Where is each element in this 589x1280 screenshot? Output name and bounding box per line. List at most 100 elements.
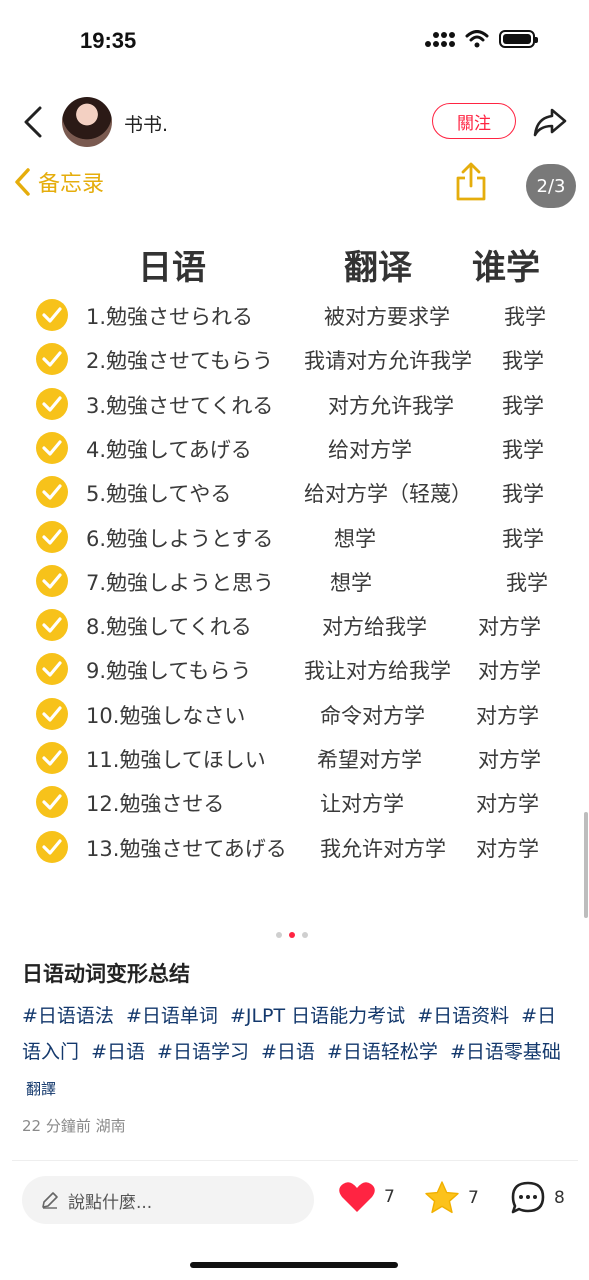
- chinese-translation: 命令对方学: [320, 704, 425, 728]
- learner: 我学: [502, 482, 544, 506]
- battery-icon: [499, 30, 538, 48]
- learner: 我学: [502, 527, 544, 551]
- verb-form-row: 11.勉強してほしい 希望对方学 对方学: [0, 738, 589, 778]
- learner: 我学: [502, 438, 544, 462]
- like-button[interactable]: 7: [338, 1180, 395, 1214]
- scrollbar[interactable]: [584, 812, 588, 918]
- back-icon[interactable]: [18, 104, 50, 140]
- verb-form-row: 2.勉強させてもらう 我请对方允许我学 我学: [0, 339, 589, 379]
- like-count: 7: [384, 1187, 395, 1207]
- check-icon: [36, 343, 68, 375]
- column-header-translation: 翻译: [344, 248, 412, 288]
- chinese-translation: 我允许对方学: [320, 837, 446, 861]
- check-icon: [36, 565, 68, 597]
- wifi-icon: [465, 30, 489, 48]
- verb-form-row: 9.勉強してもらう 我让对方给我学 对方学: [0, 649, 589, 689]
- japanese-form: 3.勉強させてくれる: [86, 394, 274, 418]
- translate-link[interactable]: 翻譯: [26, 1071, 56, 1107]
- status-icons: [425, 30, 538, 48]
- hashtag[interactable]: #日语语法: [22, 1005, 114, 1027]
- comment-input[interactable]: 說點什麼...: [22, 1176, 314, 1224]
- japanese-form: 7.勉強しようと思う: [86, 571, 275, 595]
- verb-form-row: 13.勉強させてあげる 我允许对方学 对方学: [0, 827, 589, 867]
- chinese-translation: 让对方学: [320, 792, 404, 816]
- japanese-form: 11.勉強してほしい: [86, 748, 266, 772]
- verb-form-row: 1.勉強させられる 被对方要求学 我学: [0, 295, 589, 335]
- chevron-left-icon: [15, 168, 30, 196]
- comment-button[interactable]: 8: [510, 1180, 565, 1216]
- column-header-japanese: 日语: [138, 248, 206, 288]
- chinese-translation: 我让对方给我学: [304, 659, 451, 683]
- share-icon[interactable]: [532, 104, 568, 140]
- check-icon: [36, 521, 68, 553]
- verb-form-row: 6.勉強しようとする 想学 我学: [0, 517, 589, 557]
- japanese-form: 6.勉強しようとする: [86, 527, 274, 551]
- check-icon: [36, 698, 68, 730]
- learner: 对方学: [478, 748, 541, 772]
- hashtag[interactable]: #JLPT 日语能力考试: [230, 1005, 405, 1027]
- star-button[interactable]: 7: [424, 1180, 479, 1216]
- memo-share-icon: [456, 162, 486, 201]
- hashtag[interactable]: #日语单词: [126, 1005, 218, 1027]
- check-icon: [36, 476, 68, 508]
- follow-button[interactable]: 關注: [432, 103, 516, 139]
- page-indicator: 2/3: [526, 164, 576, 208]
- carousel-dots: [276, 932, 308, 938]
- star-count: 7: [468, 1188, 479, 1208]
- learner: 我学: [504, 305, 546, 329]
- comment-placeholder: 說點什麼...: [68, 1192, 153, 1213]
- learner: 我学: [502, 394, 544, 418]
- home-indicator: [190, 1262, 398, 1268]
- hashtag-list: #日语语法 #日语单词 #JLPT 日语能力考试 #日语资料 #日语入门 #日语…: [22, 998, 570, 1107]
- learner: 对方学: [476, 837, 539, 861]
- hashtag[interactable]: #日语学习: [157, 1041, 249, 1063]
- comment-count: 8: [554, 1188, 565, 1208]
- carousel-dot: [276, 932, 282, 938]
- check-icon: [36, 299, 68, 331]
- japanese-form: 9.勉強してもらう: [86, 659, 252, 683]
- chinese-translation: 希望对方学: [317, 748, 422, 772]
- learner: 我学: [502, 349, 544, 373]
- hashtag[interactable]: #日语零基础: [450, 1041, 561, 1063]
- verb-form-row: 10.勉強しなさい 命令对方学 对方学: [0, 694, 589, 734]
- check-icon: [36, 786, 68, 818]
- japanese-form: 12.勉強させる: [86, 792, 225, 816]
- check-icon: [36, 432, 68, 464]
- verb-form-row: 8.勉強してくれる 对方给我学 对方学: [0, 605, 589, 645]
- hashtag[interactable]: #日语: [261, 1041, 315, 1063]
- verb-form-row: 12.勉強させる 让对方学 对方学: [0, 782, 589, 822]
- japanese-form: 10.勉強しなさい: [86, 704, 246, 728]
- carousel-dot: [302, 932, 308, 938]
- learner: 对方学: [478, 615, 541, 639]
- japanese-form: 13.勉強させてあげる: [86, 837, 287, 861]
- hashtag[interactable]: #日语轻松学: [327, 1041, 438, 1063]
- column-header-who: 谁学: [472, 248, 540, 288]
- memo-back-link: 备忘录: [12, 166, 104, 198]
- japanese-form: 5.勉強してやる: [86, 482, 232, 506]
- verb-form-row: 4.勉強してあげる 给对方学 我学: [0, 428, 589, 468]
- hashtag[interactable]: #日语: [91, 1041, 145, 1063]
- japanese-form: 8.勉強してくれる: [86, 615, 252, 639]
- chinese-translation: 想学: [330, 571, 372, 595]
- post-meta: 22 分鐘前 湖南: [22, 1117, 126, 1135]
- chinese-translation: 我请对方允许我学: [304, 349, 472, 373]
- signal-icon: [425, 32, 455, 47]
- japanese-form: 2.勉強させてもらう: [86, 349, 273, 373]
- star-icon: [425, 1181, 459, 1214]
- check-icon: [36, 831, 68, 863]
- japanese-form: 1.勉強させられる: [86, 305, 254, 329]
- japanese-form: 4.勉強してあげる: [86, 438, 252, 462]
- check-icon: [36, 742, 68, 774]
- comment-icon: [511, 1181, 545, 1214]
- avatar[interactable]: [62, 97, 112, 147]
- chinese-translation: 给对方学: [328, 438, 412, 462]
- verb-form-row: 7.勉強しようと思う 想学 我学: [0, 561, 589, 601]
- chinese-translation: 给对方学（轻蔑）: [304, 482, 472, 506]
- author-name[interactable]: 书书.: [124, 110, 168, 137]
- heart-icon: [339, 1182, 375, 1212]
- hashtag[interactable]: #日语资料: [417, 1005, 509, 1027]
- divider: [12, 1160, 578, 1161]
- chinese-translation: 对方允许我学: [328, 394, 454, 418]
- learner: 对方学: [478, 659, 541, 683]
- memo-back-label: 备忘录: [38, 172, 105, 197]
